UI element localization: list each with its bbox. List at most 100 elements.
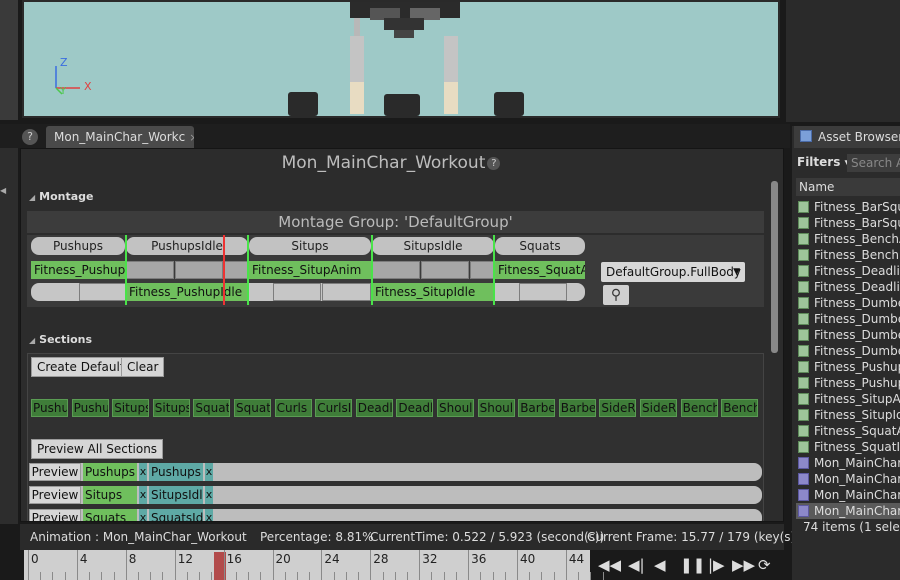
section-chip[interactable]: Situps [112,399,150,417]
preview-section-a[interactable]: Squats [83,509,137,521]
preview-link-x[interactable]: x [205,486,213,504]
section-marker[interactable] [125,235,127,305]
track2-empty-cell [519,283,567,301]
section-squats[interactable]: Squats [495,237,585,255]
section-pushupsidle[interactable]: PushupsIdle [126,237,248,255]
section-chip[interactable]: Shoul [437,399,474,417]
preview-section-a[interactable]: Pushups [83,463,137,481]
asset-list-item[interactable]: Fitness_BenchA [796,231,900,247]
animation-asset-icon [798,329,809,341]
asset-list-item[interactable]: Fitness_Deadlif [796,263,900,279]
pause-icon[interactable]: ❚❚ [680,556,705,574]
asset-name: Fitness_BenchIc [814,248,900,262]
section-chip[interactable]: Deadl [396,399,434,417]
preview-section-a[interactable]: Situps [83,486,137,504]
section-situpsidle[interactable]: SitupsIdle [372,237,494,255]
track1-segment-situp[interactable]: Fitness_SitupAnim [249,261,371,279]
asset-list-item[interactable]: Mon_MainChar_ [796,487,900,503]
track1-segment-pushup[interactable]: Fitness_Pushup [31,261,125,279]
preview-link-x[interactable]: x [205,509,213,521]
section-chip[interactable]: SideR [640,399,677,417]
preview-all-sections-button[interactable]: Preview All Sections [31,439,164,459]
asset-list-item[interactable]: Fitness_Dumbel [796,295,900,311]
asset-search-input[interactable]: Search A [847,154,900,172]
preview-link-x[interactable]: x [139,509,147,521]
create-default-button[interactable]: Create Default [31,357,131,377]
asset-list-item[interactable]: Fitness_Pushup [796,359,900,375]
preview-button[interactable]: Preview [29,463,81,481]
section-chip[interactable]: Shoul [477,399,515,417]
loop-icon[interactable]: ⟳ [758,556,771,574]
slot-dropdown[interactable]: DefaultGroup.FullBody ▼ [601,262,745,282]
asset-list-item[interactable]: Mon_MainChar_ [796,503,900,519]
asset-list-item[interactable]: Fitness_Dumbel [796,311,900,327]
asset-list-item[interactable]: Fitness_SquatId [796,439,900,455]
skip-to-start-icon[interactable]: ◀◀ [598,556,621,574]
section-marker[interactable] [493,235,495,305]
section-marker[interactable] [247,235,249,305]
section-chip[interactable]: Pushu [31,399,68,417]
sections-section-header[interactable]: ◢ Sections [29,333,92,346]
asset-list-item[interactable]: Fitness_BarSqu [796,215,900,231]
search-icon[interactable]: ⚲ [603,285,629,305]
clear-button[interactable]: Clear [121,357,165,377]
asset-list-item[interactable]: Mon_MainChar_ [796,471,900,487]
tab-close-icon[interactable]: × [189,131,194,144]
section-pushups[interactable]: Pushups [31,237,125,255]
asset-list-item[interactable]: Fitness_SitupAr [796,391,900,407]
asset-list-item[interactable]: Fitness_SitupId [796,407,900,423]
section-chip[interactable]: Curls [274,399,312,417]
section-situps[interactable]: Situps [249,237,371,255]
asset-list-item[interactable]: Mon_MainChar_ [796,455,900,471]
preview-section-b[interactable]: SquatsIdl [149,509,203,521]
asset-list-item[interactable]: Fitness_Pushup [796,375,900,391]
asset-list-item[interactable]: Fitness_Dumbel [796,343,900,359]
help-icon[interactable]: ? [22,129,38,145]
preview-button[interactable]: Preview [29,486,81,504]
asset-list-item[interactable]: Fitness_BarSqu [796,199,900,215]
left-panel-collapse-icon[interactable]: ◀ [0,186,10,200]
section-chip[interactable]: CurlsI [315,399,353,417]
track2-segment-situpidle[interactable]: Fitness_SitupIdle [372,283,494,301]
section-chip[interactable]: Bench [680,399,718,417]
section-chip[interactable]: Pushu [71,399,109,417]
animation-asset-icon [798,233,809,245]
timeline-scrubber[interactable]: 0 4 8 12 16 20 24 28 32 36 40 44 [24,550,604,580]
asset-list-item[interactable]: Fitness_Deadlif [796,279,900,295]
section-chip[interactable]: SideR [599,399,637,417]
section-chip[interactable]: Squat [193,399,231,417]
asset-list-item[interactable]: Fitness_Dumbel [796,327,900,343]
preview-link-x[interactable]: x [139,486,147,504]
asset-list-item[interactable]: Fitness_BenchIc [796,247,900,263]
panel-scrollbar[interactable] [771,181,778,353]
section-chip[interactable]: Barbe [518,399,556,417]
asset-list-item[interactable]: Fitness_SquatA [796,423,900,439]
preview-link-x[interactable]: x [205,463,213,481]
section-chip[interactable]: Situps [152,399,190,417]
preview-link-x[interactable]: x [139,463,147,481]
timeline-tick-label: 44 [568,552,585,566]
skip-to-end-icon[interactable]: ▶▶ [732,556,755,574]
section-marker[interactable] [371,235,373,305]
tab-asset-browser[interactable]: Asset Browser [794,126,900,148]
timeline-tick [321,550,323,580]
title-help-icon[interactable]: ? [487,156,501,170]
filters-button[interactable]: Filters ▼ [797,155,851,169]
name-column-header[interactable]: Name [796,178,900,196]
montage-section-header[interactable]: ◢ Montage [29,190,94,203]
play-reverse-icon[interactable]: ◀ [654,556,666,574]
boot-right [494,92,524,116]
tab-montage-editor[interactable]: Mon_MainChar_Workc × [46,126,194,148]
section-chip[interactable]: Bench [721,399,759,417]
step-forward-icon[interactable]: |▶ [708,556,725,574]
preview-section-b[interactable]: Pushups [149,463,203,481]
preview-section-b[interactable]: SitupsIdl [149,486,203,504]
track2-segment-pushupidle[interactable]: Fitness_PushupIdle [126,283,248,301]
step-back-icon[interactable]: ◀| [628,556,645,574]
preview-button[interactable]: Preview [29,509,81,521]
section-chip[interactable]: Barbe [558,399,596,417]
preview-viewport[interactable]: Z X Y [22,0,780,118]
section-chip[interactable]: Squat [234,399,271,417]
track1-segment-squat[interactable]: Fitness_SquatA [495,261,585,279]
section-chip[interactable]: Deadl [355,399,393,417]
